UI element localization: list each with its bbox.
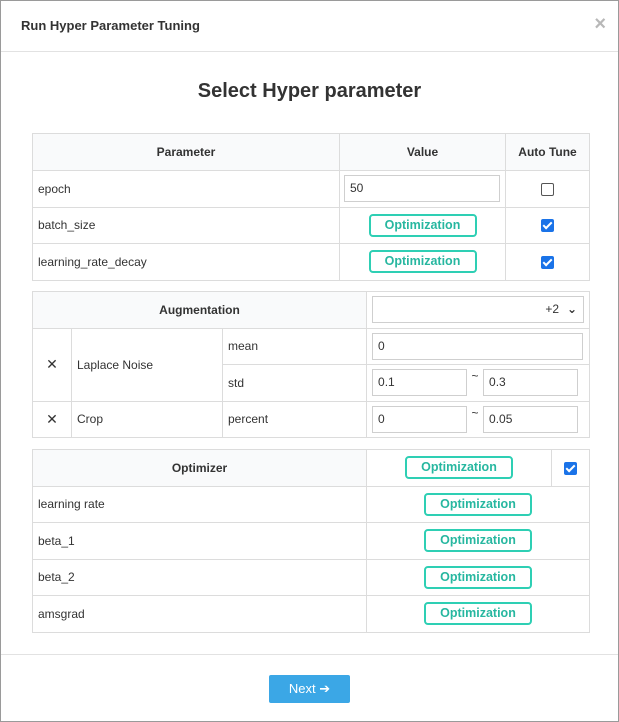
augmentation-name: Laplace Noise [71, 327, 223, 402]
augmentation-select[interactable]: +2 ⌄ [372, 296, 585, 324]
augmentation-name: Crop [71, 400, 223, 438]
close-icon[interactable]: × [594, 14, 606, 34]
epoch-auto-tune-checkbox[interactable] [541, 182, 554, 196]
optimizer-param-name: beta_1 [32, 522, 367, 560]
table-row: amsgrad Optimization [32, 595, 590, 633]
column-header-value: Value [339, 133, 506, 171]
crop-percent-to-input[interactable]: 0.05 [483, 405, 579, 433]
hyper-parameter-dialog: Run Hyper Parameter Tuning × Select Hype… [0, 0, 619, 722]
batch-size-auto-tune-checkbox[interactable] [541, 219, 554, 233]
param-name: epoch [32, 170, 340, 208]
augmentation-table: Augmentation +2 ⌄ ✕ Laplace Noise mean 0… [31, 291, 591, 438]
range-separator: ~ [471, 369, 479, 384]
table-row: ✕ Crop percent 0 ~0.05 [32, 400, 591, 438]
next-button[interactable]: Next ➔ [269, 675, 350, 703]
dialog-header: Run Hyper Parameter Tuning × [1, 1, 618, 52]
range-separator: ~ [471, 405, 479, 420]
table-row: learning_rate_decay Optimization [32, 243, 590, 281]
laplace-std-to-input[interactable]: 0.3 [483, 369, 579, 397]
optimizer-optimization-button[interactable]: Optimization [405, 456, 513, 480]
optimizer-param-name: beta_2 [32, 558, 367, 596]
learning-rate-optimization-button[interactable]: Optimization [424, 492, 532, 516]
dialog-title: Run Hyper Parameter Tuning [21, 18, 200, 33]
amsgrad-optimization-button[interactable]: Optimization [424, 602, 532, 626]
field-label: mean [221, 327, 368, 365]
chevron-down-icon: ⌄ [566, 302, 578, 317]
param-name: batch_size [32, 206, 340, 244]
beta-2-optimization-button[interactable]: Optimization [424, 565, 532, 589]
table-row: learning rate Optimization [32, 485, 590, 523]
page-title: Select Hyper parameter [197, 80, 422, 102]
augmentation-select-value: +2 [545, 302, 560, 317]
table-row: beta_2 Optimization [32, 558, 590, 596]
parameter-table: Parameter Value Auto Tune epoch 50 batch… [32, 133, 590, 281]
dialog-footer: Next ➔ [1, 654, 618, 721]
table-row: epoch 50 [32, 170, 590, 208]
remove-crop-icon[interactable]: ✕ [46, 411, 58, 427]
learning-rate-decay-optimization-button[interactable]: Optimization [368, 250, 477, 274]
learning-rate-decay-auto-tune-checkbox[interactable] [541, 255, 554, 269]
optimizer-auto-tune-checkbox[interactable] [564, 461, 577, 475]
table-row: beta_1 Optimization [32, 522, 590, 560]
field-label: std [221, 364, 368, 402]
optimizer-header: Optimizer [32, 449, 367, 487]
crop-percent-from-input[interactable]: 0 [372, 405, 468, 433]
table-row: ✕ Laplace Noise mean 0 [32, 327, 591, 402]
optimizer-table: Optimizer Optimization learning rate Opt… [32, 449, 590, 633]
column-header-auto-tune: Auto Tune [505, 133, 590, 171]
beta-1-optimization-button[interactable]: Optimization [424, 529, 532, 553]
column-header-parameter: Parameter [32, 133, 340, 171]
field-label: percent [221, 400, 368, 438]
epoch-input[interactable]: 50 [344, 175, 500, 203]
param-name: learning_rate_decay [32, 243, 340, 281]
batch-size-optimization-button[interactable]: Optimization [368, 213, 477, 237]
optimizer-param-name: amsgrad [32, 595, 367, 633]
table-row: batch_size Optimization [32, 206, 590, 244]
remove-laplace-noise-icon[interactable]: ✕ [46, 356, 58, 372]
laplace-mean-input[interactable]: 0 [372, 332, 584, 360]
optimizer-param-name: learning rate [32, 485, 367, 523]
laplace-std-from-input[interactable]: 0.1 [372, 369, 468, 397]
augmentation-header: Augmentation [31, 291, 368, 329]
